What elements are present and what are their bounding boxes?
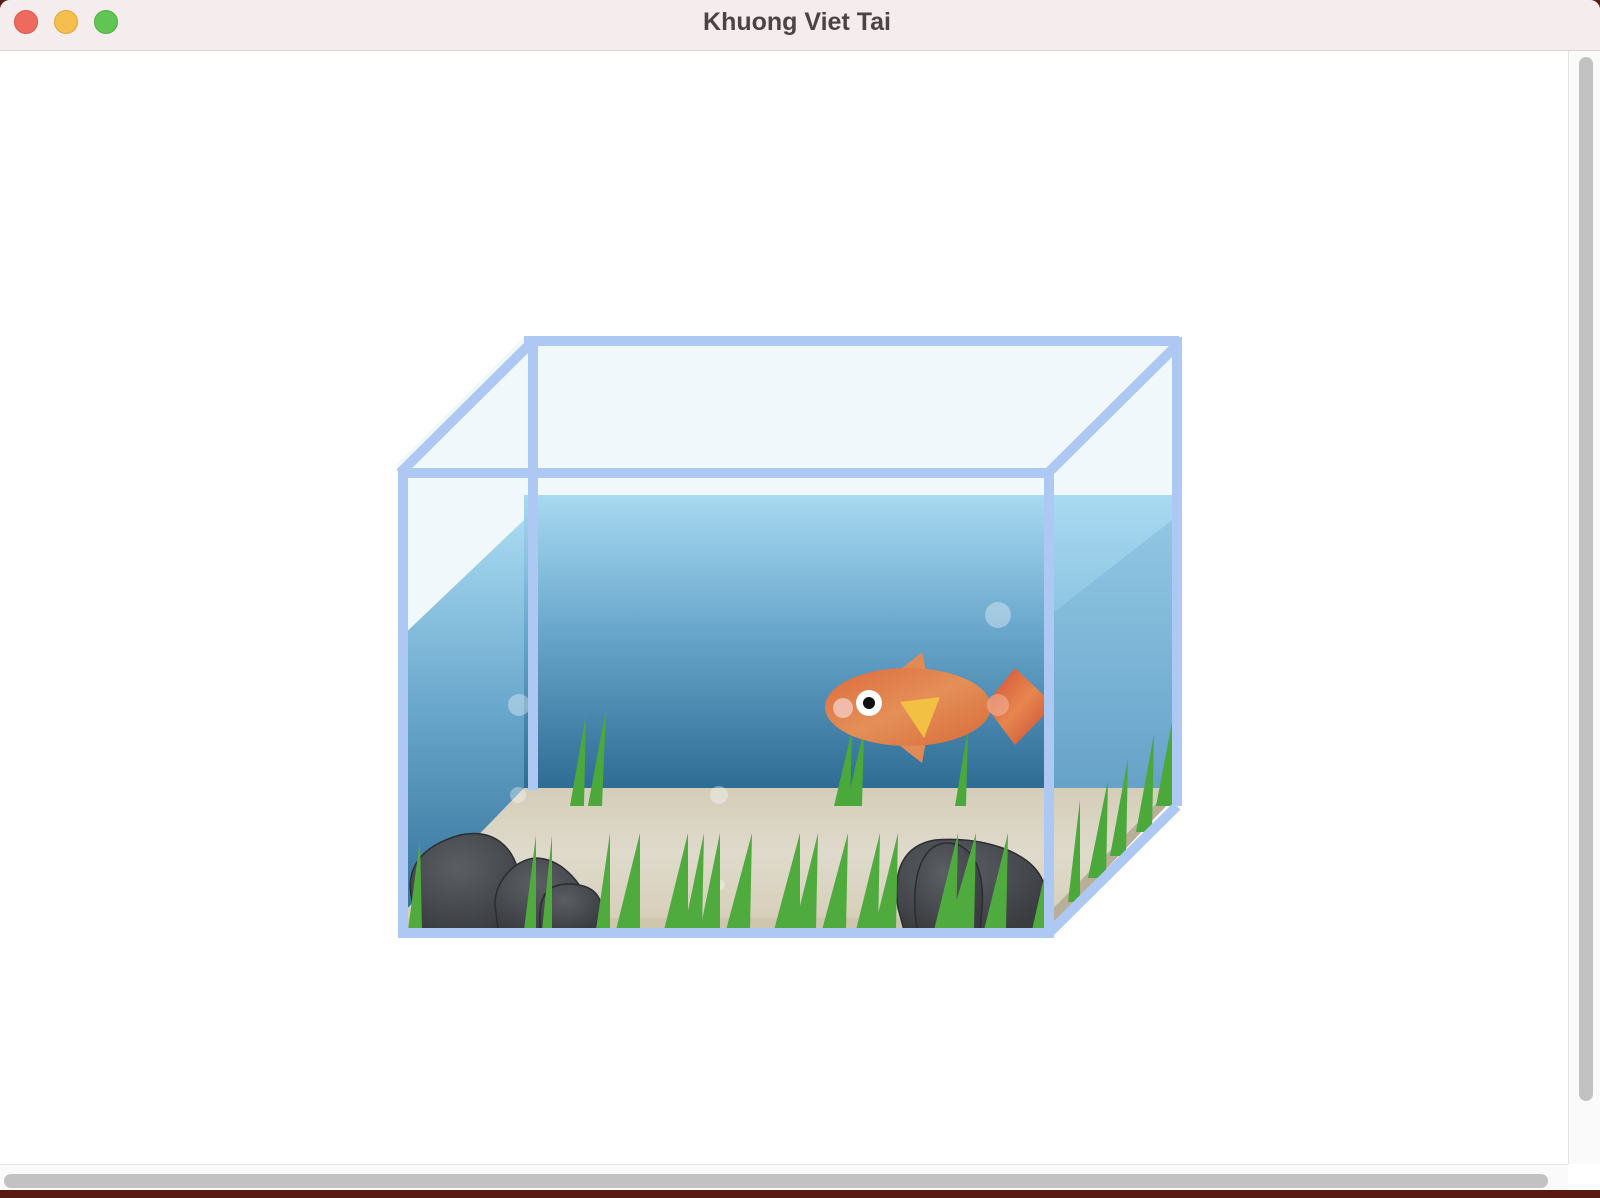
window-title: Khuong Viet Tai [703, 8, 891, 36]
aquarium-scene [396, 336, 1182, 938]
vertical-scroll-thumb[interactable] [1579, 57, 1593, 1101]
horizontal-scroll-thumb[interactable] [4, 1174, 1548, 1188]
title-bar[interactable]: Khuong Viet Tai [0, 0, 1600, 51]
canvas-area [0, 51, 1568, 1164]
horizontal-scrollbar[interactable] [0, 1164, 1568, 1190]
app-window: Khuong Viet Tai [0, 0, 1600, 1190]
vertical-scrollbar[interactable] [1568, 51, 1600, 1164]
